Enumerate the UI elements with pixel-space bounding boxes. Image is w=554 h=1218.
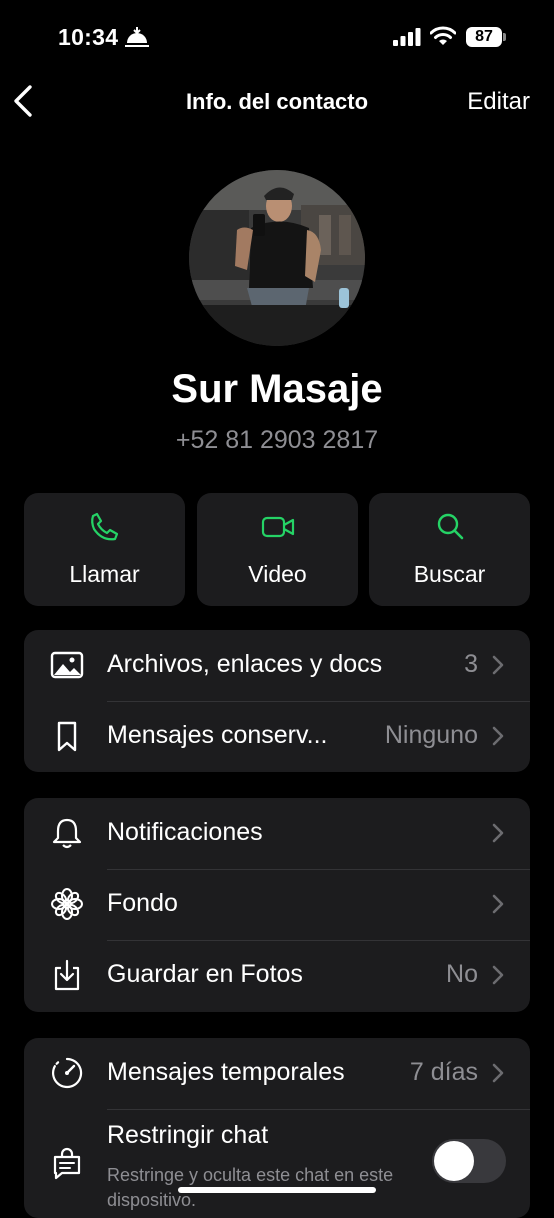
restrict-chat-label: Restringir chat xyxy=(107,1121,269,1149)
status-time: 10:34 xyxy=(58,24,119,50)
video-label: Video xyxy=(248,561,307,587)
save-to-photos-row[interactable]: Guardar en Fotos No xyxy=(24,940,530,1011)
kept-messages-label: Mensajes conserv... xyxy=(107,721,328,749)
home-indicator xyxy=(178,1187,376,1193)
save-to-photos-label: Guardar en Fotos xyxy=(107,960,303,988)
phone-icon xyxy=(90,512,118,541)
search-icon xyxy=(437,513,463,540)
lock-chat-icon xyxy=(53,1147,81,1180)
notifications-row[interactable]: Notificaciones xyxy=(24,798,530,869)
timer-icon xyxy=(52,1057,83,1089)
files-count: 3 xyxy=(464,650,478,678)
edit-button[interactable]: Editar xyxy=(467,88,530,116)
contact-avatar[interactable] xyxy=(189,170,365,346)
restrict-chat-toggle[interactable] xyxy=(432,1139,506,1183)
signal-icon xyxy=(393,28,421,46)
contact-name: Sur Masaje xyxy=(171,367,383,411)
download-icon xyxy=(54,959,80,991)
chevron-right-icon xyxy=(492,894,504,914)
call-label: Llamar xyxy=(69,561,140,587)
disappearing-messages-label: Mensajes temporales xyxy=(107,1058,345,1086)
bookmark-icon xyxy=(57,721,77,752)
toggle-knob xyxy=(434,1141,474,1181)
chevron-right-icon xyxy=(492,965,504,985)
chevron-right-icon xyxy=(492,726,504,746)
settings-card: Notificaciones Fondo Guardar en Fotos No xyxy=(24,798,530,1012)
search-label: Buscar xyxy=(413,561,486,587)
battery-indicator: 87 xyxy=(466,27,502,47)
bell-icon xyxy=(52,818,82,849)
chevron-right-icon xyxy=(492,1063,504,1083)
call-button[interactable]: Llamar xyxy=(24,493,185,606)
wallpaper-label: Fondo xyxy=(107,889,178,917)
kept-messages-value: Ninguno xyxy=(384,721,478,749)
restrict-chat-row[interactable]: Restringir chat Restringe y oculta este … xyxy=(24,1109,530,1218)
wifi-icon xyxy=(430,26,456,45)
sunset-icon xyxy=(125,27,149,47)
files-links-docs-row[interactable]: Archivos, enlaces y docs 3 xyxy=(24,630,530,701)
media-card: Archivos, enlaces y docs 3 Mensajes cons… xyxy=(24,630,530,772)
chevron-right-icon xyxy=(492,655,504,675)
search-button[interactable]: Buscar xyxy=(369,493,530,606)
disappearing-messages-value: 7 días xyxy=(409,1058,478,1086)
flower-icon xyxy=(51,888,83,920)
video-button[interactable]: Video xyxy=(197,493,358,606)
save-to-photos-value: No xyxy=(446,960,478,988)
kept-messages-row[interactable]: Mensajes conserv... Ninguno xyxy=(24,701,530,772)
chevron-right-icon xyxy=(492,823,504,843)
video-icon xyxy=(261,516,294,538)
notifications-label: Notificaciones xyxy=(107,818,263,846)
contact-phone: +52 81 2903 2817 xyxy=(175,426,379,454)
photo-icon xyxy=(50,651,84,679)
disappearing-messages-row[interactable]: Mensajes temporales 7 días xyxy=(24,1038,530,1109)
files-label: Archivos, enlaces y docs xyxy=(107,650,383,678)
wallpaper-row[interactable]: Fondo xyxy=(24,869,530,940)
battery-cap xyxy=(503,33,506,41)
